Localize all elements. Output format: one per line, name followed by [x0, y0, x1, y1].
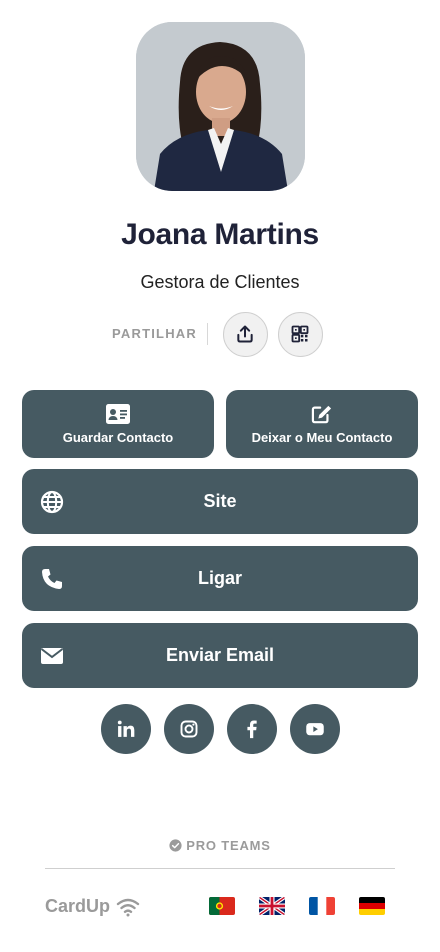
site-label: Site — [203, 491, 237, 511]
leave-contact-label: Deixar o Meu Contacto — [251, 429, 393, 445]
footer-divider — [45, 868, 395, 869]
pro-teams-badge: PRO TEAMS — [0, 838, 440, 853]
brand-label: CardUp — [45, 896, 111, 916]
envelope-icon — [40, 647, 64, 664]
globe-icon — [40, 490, 64, 513]
profile-name: Joana Martins — [121, 218, 319, 251]
flag-portugal-button[interactable] — [209, 897, 235, 915]
youtube-icon — [305, 723, 324, 736]
france-flag-icon — [309, 897, 335, 915]
youtube-button[interactable] — [289, 704, 340, 754]
qr-code-icon — [292, 325, 309, 343]
edit-icon — [311, 405, 332, 423]
portugal-flag-icon — [209, 897, 235, 915]
call-label: Ligar — [197, 568, 242, 588]
wifi-icon — [116, 898, 140, 916]
linkedin-icon — [117, 720, 134, 737]
germany-flag-icon — [359, 897, 385, 915]
call-button[interactable]: Ligar — [22, 546, 418, 611]
share-row: PARTILHAR — [0, 311, 440, 357]
upload-icon — [237, 325, 254, 343]
qr-code-button[interactable] — [277, 311, 323, 357]
check-circle-icon — [169, 839, 182, 852]
save-contact-button[interactable]: Guardar Contacto — [22, 390, 214, 458]
facebook-button[interactable] — [226, 704, 277, 754]
linkedin-button[interactable] — [100, 704, 151, 754]
profile-role: Gestora de Clientes — [140, 272, 300, 292]
phone-icon — [42, 568, 62, 589]
cardup-brand[interactable]: CardUp — [45, 896, 140, 917]
flag-france-button[interactable] — [309, 897, 335, 915]
social-links — [0, 704, 440, 754]
save-contact-label: Guardar Contacto — [62, 429, 174, 445]
language-selector — [209, 897, 409, 915]
instagram-icon — [180, 720, 197, 738]
uk-flag-icon — [259, 897, 285, 915]
share-button[interactable] — [222, 311, 268, 357]
pro-teams-label: PRO TEAMS — [186, 838, 271, 853]
contact-card-icon — [106, 403, 130, 424]
profile-photo — [136, 22, 305, 191]
flag-germany-button[interactable] — [359, 897, 385, 915]
share-label: PARTILHAR — [112, 323, 208, 345]
email-label: Enviar Email — [165, 645, 275, 665]
site-button[interactable]: Site — [22, 469, 418, 534]
leave-contact-button[interactable]: Deixar o Meu Contacto — [226, 390, 418, 458]
facebook-icon — [246, 720, 257, 739]
email-button[interactable]: Enviar Email — [22, 623, 418, 688]
avatar — [136, 22, 305, 191]
flag-uk-button[interactable] — [259, 897, 285, 915]
instagram-button[interactable] — [163, 704, 214, 754]
